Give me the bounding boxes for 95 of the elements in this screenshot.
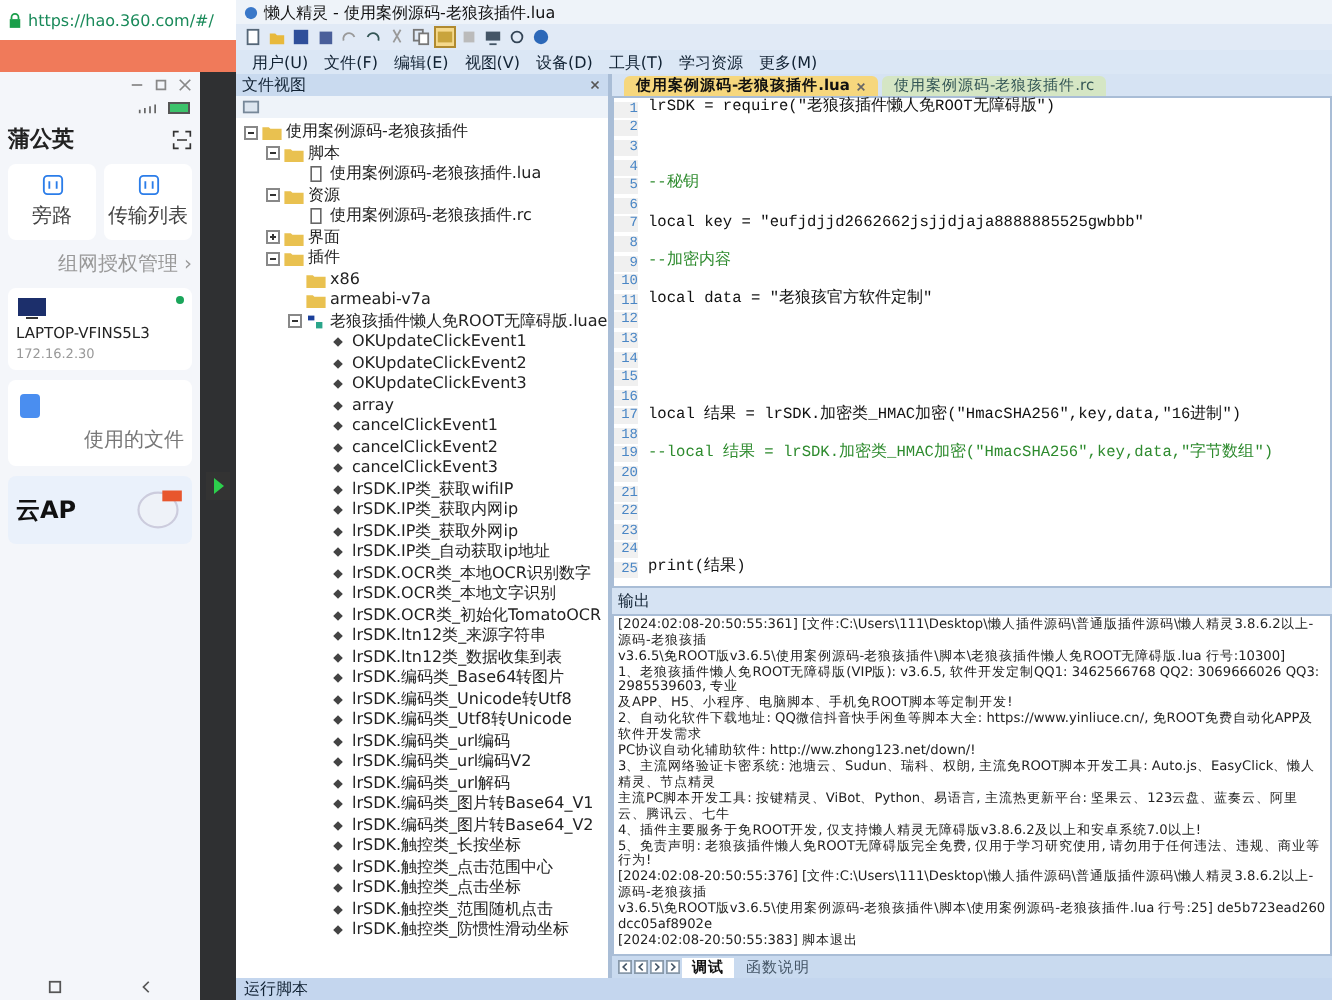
tree-item[interactable]: lrSDK.触控类_防惯性滑动坐标 [352, 920, 570, 941]
tree-item[interactable]: 插件 [308, 248, 340, 269]
document-icon [16, 392, 44, 420]
tree-item[interactable]: x86 [330, 269, 360, 290]
monitor-icon [16, 296, 48, 320]
document-icon [306, 208, 326, 225]
tree-item[interactable]: lrSDK.ltn12类_数据收集到表 [352, 647, 563, 668]
tree-item[interactable]: lrSDK.触控类_范围随机点击 [352, 899, 554, 920]
tree-item[interactable]: lrSDK.ltn12类_来源字符串 [352, 626, 547, 647]
tile-icon [41, 174, 63, 196]
tree-item[interactable]: OKUpdateClickEvent3 [352, 374, 527, 395]
menu-item[interactable]: 视图(V) [464, 51, 520, 73]
tree-item[interactable]: lrSDK.OCR类_本地文字识别 [352, 584, 556, 605]
tree-item[interactable]: lrSDK.编码类_Unicode转Utf8 [352, 689, 572, 710]
app-title: 蒲公英 [8, 124, 74, 154]
close-icon[interactable] [178, 78, 192, 92]
monitor-icon[interactable] [484, 28, 502, 46]
feature-tile[interactable]: 传输列表 [104, 164, 192, 240]
tree-item[interactable]: lrSDK.触控类_点击范围中心 [352, 857, 554, 878]
app-icon [244, 5, 258, 19]
expander-icon[interactable] [266, 188, 280, 203]
tree-item[interactable]: lrSDK.编码类_url解码 [352, 773, 511, 794]
close-icon[interactable] [855, 81, 866, 91]
tree-item[interactable]: lrSDK.编码类_url编码 [352, 731, 511, 752]
menu-item[interactable]: 文件(F) [324, 51, 378, 73]
tree-item[interactable]: 使用案例源码-老狼孩插件 [286, 122, 468, 143]
tree-item[interactable]: cancelClickEvent2 [352, 437, 498, 458]
tree-item[interactable]: array [352, 395, 394, 416]
close-icon[interactable] [588, 78, 602, 92]
tree-item[interactable]: OKUpdateClickEvent1 [352, 332, 527, 353]
square-icon[interactable] [47, 980, 61, 994]
tree-item[interactable]: 界面 [308, 227, 340, 248]
new-file-icon[interactable] [244, 28, 262, 46]
expander-icon[interactable] [244, 125, 258, 140]
module-icon [306, 313, 326, 330]
document-icon[interactable] [242, 98, 260, 116]
menu-item[interactable]: 用户(U) [252, 51, 309, 73]
tree-item[interactable]: lrSDK.编码类_url编码V2 [352, 752, 532, 773]
tree-item[interactable]: cancelClickEvent3 [352, 458, 498, 479]
tree-item[interactable]: lrSDK.触控类_长按坐标 [352, 836, 522, 857]
tree-item[interactable]: 使用案例源码-老狼孩插件.lua [330, 164, 542, 185]
menu-item[interactable]: 编辑(E) [393, 51, 449, 73]
copy-icon[interactable] [412, 28, 430, 46]
tree-item[interactable]: 使用案例源码-老狼孩插件.rc [330, 206, 532, 227]
minimize-icon[interactable] [130, 78, 144, 92]
signal-icon [138, 102, 162, 114]
document-icon [306, 166, 326, 183]
back-icon[interactable] [139, 980, 153, 994]
feature-tile[interactable]: 旁路 [8, 164, 96, 240]
undo-icon[interactable] [364, 28, 382, 46]
tree-item[interactable]: lrSDK.OCR类_初始化TomatoOCR [352, 605, 602, 626]
tree-item[interactable]: lrSDK.IP类_获取wifiIP [352, 479, 514, 500]
expander-icon[interactable] [266, 146, 280, 161]
promo-banner[interactable]: 云AP [8, 476, 192, 544]
folder-icon [284, 187, 304, 204]
panel-title: 文件视图 [242, 74, 306, 96]
tree-item[interactable]: lrSDK.编码类_图片转Base64_V1 [352, 794, 594, 815]
menu-item[interactable]: 学习资源 [679, 51, 744, 73]
tree-item[interactable]: lrSDK.IP类_获取外网ip [352, 521, 519, 542]
maximize-icon[interactable] [154, 78, 168, 92]
expander-icon[interactable] [288, 314, 302, 329]
lock-icon [8, 12, 22, 28]
menu-item[interactable]: 工具(T) [608, 51, 664, 73]
tree-item[interactable]: lrSDK.IP类_获取内网ip [352, 500, 519, 521]
expander-icon[interactable] [266, 230, 280, 245]
tree-item[interactable]: cancelClickEvent1 [352, 416, 498, 437]
scan-icon[interactable] [172, 129, 192, 149]
menu-item[interactable]: 更多(M) [759, 51, 818, 73]
battery-icon [168, 102, 192, 114]
save-icon[interactable] [292, 28, 310, 46]
last-page-icon[interactable] [666, 960, 680, 974]
router-drawing [132, 488, 184, 532]
banner-title: 云AP [16, 493, 77, 527]
tree-item[interactable]: lrSDK.编码类_Utf8转Unicode [352, 710, 572, 731]
tree-item[interactable]: lrSDK.编码类_图片转Base64_V2 [352, 815, 594, 836]
tree-item[interactable]: 老狼孩插件懒人免ROOT无障碍版.luae [330, 311, 608, 332]
tree-item[interactable]: lrSDK.IP类_自动获取ip地址 [352, 542, 551, 563]
expander-icon[interactable] [266, 251, 280, 266]
menu-item[interactable]: 设备(D) [535, 51, 593, 73]
previous-icon[interactable] [634, 960, 648, 974]
tree-item[interactable]: armeabi-v7a [330, 290, 431, 311]
tile-icon [137, 174, 159, 196]
tree-item[interactable]: lrSDK.编码类_Base64转图片 [352, 668, 565, 689]
tree-item[interactable]: OKUpdateClickEvent2 [352, 353, 527, 374]
tree-item[interactable]: lrSDK.OCR类_本地OCR识别数字 [352, 563, 591, 584]
files-card[interactable]: 使用的文件 [8, 380, 192, 466]
tree-item[interactable]: lrSDK.触控类_点击坐标 [352, 878, 522, 899]
next-icon[interactable] [650, 960, 664, 974]
first-page-icon[interactable] [618, 960, 632, 974]
files-label: 使用的文件 [84, 427, 184, 454]
address-bar[interactable]: https://hao.360.com/#/ [0, 0, 236, 40]
tree-item[interactable]: 资源 [308, 185, 340, 206]
status-bar: 运行脚本 [236, 978, 1332, 1000]
window-title: 懒人精灵 - 使用案例源码-老狼孩插件.lua [264, 1, 556, 23]
tree-item[interactable]: 脚本 [308, 143, 340, 164]
